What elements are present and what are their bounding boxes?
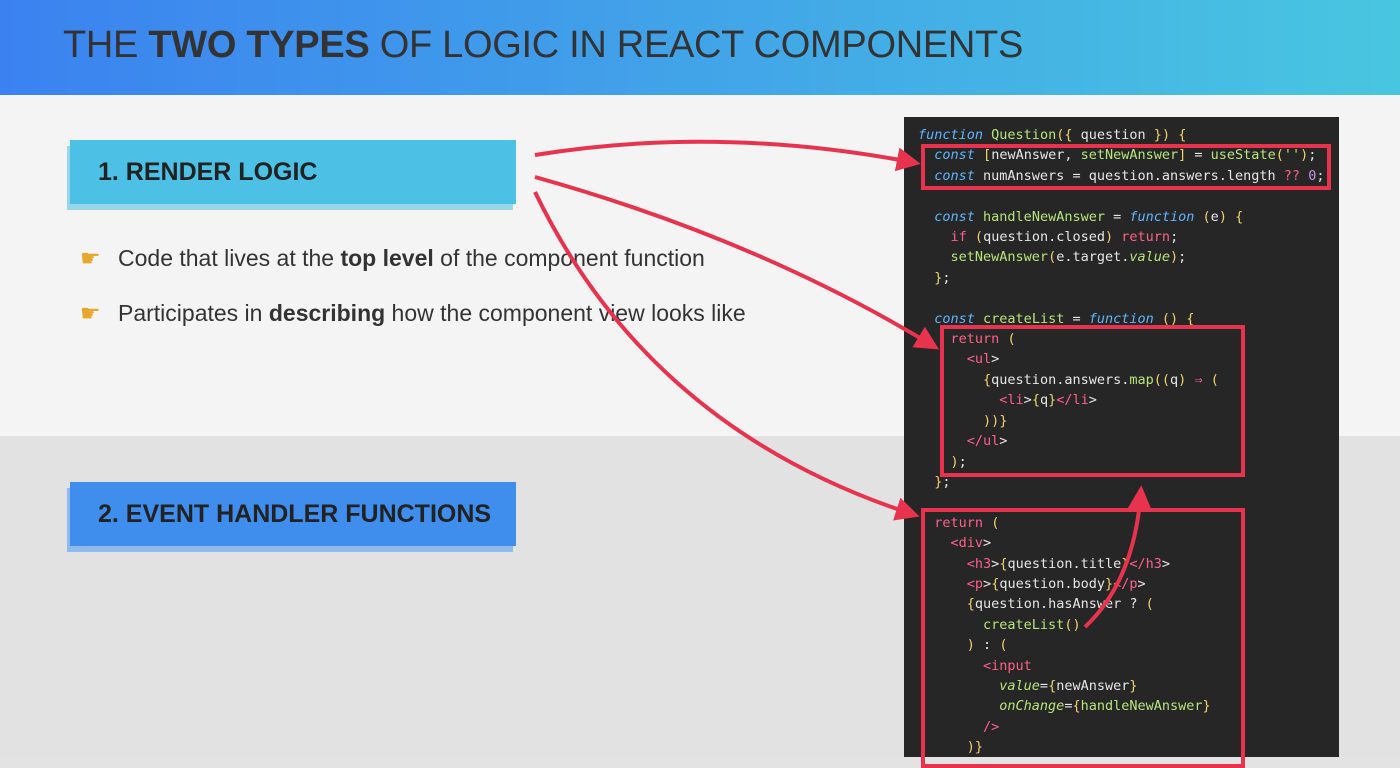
arrow-to-create-list (534, 175, 940, 350)
arrow-to-state (534, 139, 921, 172)
arrows-overlay (533, 139, 1152, 629)
arrow-create-list-call (1083, 485, 1152, 629)
